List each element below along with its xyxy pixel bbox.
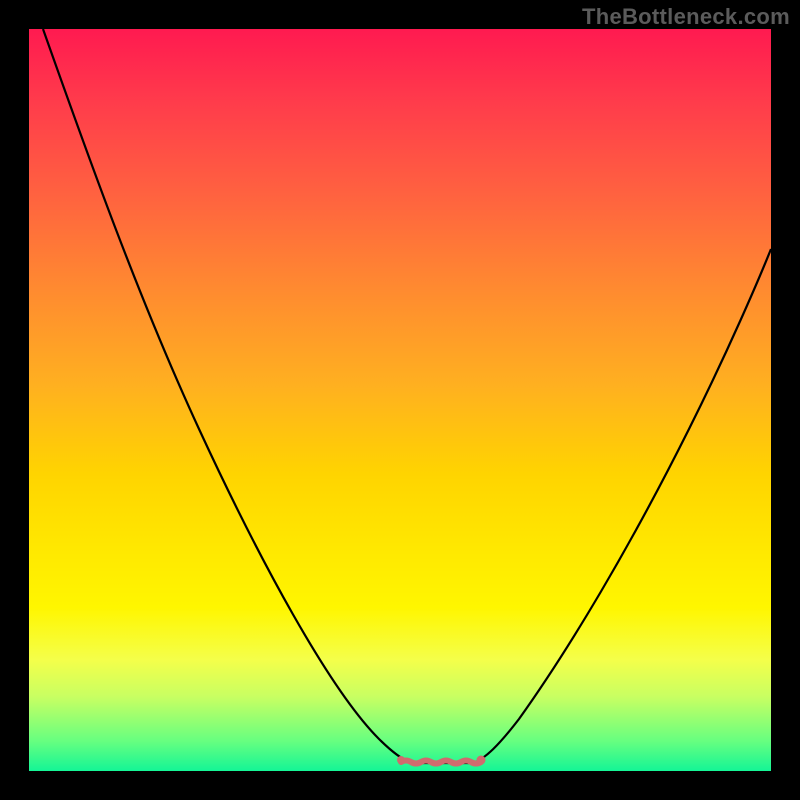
bottleneck-curve-svg	[29, 29, 771, 771]
bottleneck-curve-path	[43, 29, 771, 763]
plot-area	[29, 29, 771, 771]
flat-region-start-dot	[397, 756, 405, 764]
watermark-text: TheBottleneck.com	[582, 4, 790, 30]
chart-frame: TheBottleneck.com	[0, 0, 800, 800]
flat-region-highlight	[401, 761, 481, 764]
flat-region-end-dot	[477, 756, 486, 765]
